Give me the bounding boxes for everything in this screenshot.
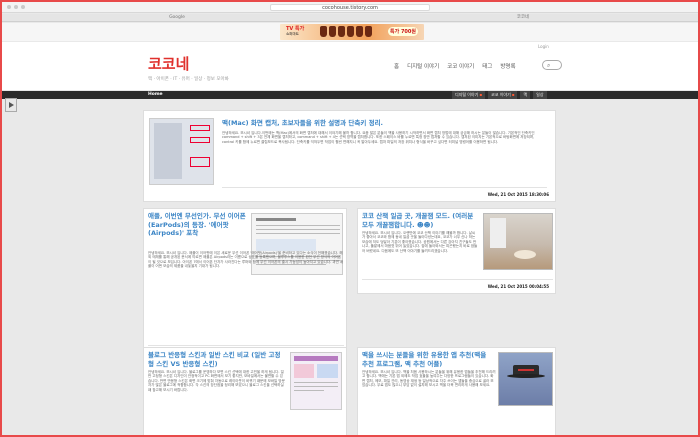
nav-tags[interactable]: 태그 xyxy=(482,62,492,70)
zoom-window-icon[interactable] xyxy=(21,5,25,9)
post-thumbnail[interactable] xyxy=(290,352,342,410)
address-bar[interactable]: cocohouse.tistory.com xyxy=(270,4,430,11)
post-list: 맥(Mac) 화면 캡처, 초보자들을 위한 설명과 단축키 정리. 안녕하세요… xyxy=(2,100,698,435)
ad-banner[interactable]: TV 특가 쇼퍼마트 특가 700원 xyxy=(280,24,424,40)
post-thumbnail[interactable] xyxy=(149,118,214,185)
post-excerpt: 안녕하세요. 보시셔 입니다. 애플이 이어팟에 이은 새로운 무선 이어폰 '… xyxy=(148,251,344,269)
ad-bar: TV 특가 쇼퍼마트 특가 700원 xyxy=(2,23,698,41)
ad-price: 특가 700원 xyxy=(388,27,418,36)
ad-product: 쇼퍼마트 xyxy=(286,32,299,36)
search-icon: ⌕ xyxy=(547,62,551,69)
post-card[interactable]: 맥(Mac) 화면 캡처, 초보자들을 위한 설명과 단축키 정리. 안녕하세요… xyxy=(143,110,556,202)
minimize-window-icon[interactable] xyxy=(14,5,18,9)
nav-coco[interactable]: 코코 이야기 xyxy=(447,62,474,70)
post-title[interactable]: 블로그 반응형 스킨과 일반 스킨 비교 (일반 고정형 스킨 VS 반응형 스… xyxy=(148,351,282,368)
main-nav: 홈 디지털 이야기 코코 이야기 태그 방명록 xyxy=(394,62,516,70)
blog-tagline: 맥 · 아이폰 · IT · 유머 · 일상 · 정보 모아봐 xyxy=(148,77,229,82)
nav-home[interactable]: 홈 xyxy=(394,62,399,70)
new-icon: ▪ xyxy=(511,92,515,97)
category-daily-label: 일상 xyxy=(536,92,544,97)
nav-digital[interactable]: 디지털 이야기 xyxy=(407,62,439,70)
category-list: 디지털 이야기▪ 코코 이야기▪ 맥 일상 xyxy=(452,91,547,99)
post-excerpt: 안녕하세요. 보시셔 입니다.이번에는 맥(Mac)에서의 화면 캡처에 대해서… xyxy=(222,131,535,144)
window-controls[interactable] xyxy=(7,5,25,9)
browser-toolbar: cocohouse.tistory.com xyxy=(2,2,698,13)
category-mac-label: 맥 xyxy=(523,92,528,97)
post-excerpt: 안녕하세요. 보시셔 입니다. 맥을 처음 사용하시는 분들을 위해 유용한 앱… xyxy=(362,370,496,388)
divider xyxy=(362,279,553,280)
divider xyxy=(222,187,547,188)
post-thumbnail[interactable] xyxy=(483,213,553,270)
post-date: Wed, 21 Oct 2015 18:30:06 xyxy=(487,192,549,197)
post-excerpt: 안녕하세요. 보시셔 입니다. 오랜만에 코코 산책 이야기를 해볼까 합니다.… xyxy=(362,231,478,253)
tab-bar: Google 코코네 xyxy=(2,14,698,22)
blog-header: Login 코코네 맥 · 아이폰 · IT · 유머 · 일상 · 정보 모아… xyxy=(2,42,698,90)
category-daily[interactable]: 일상 xyxy=(533,91,547,99)
search-input[interactable]: ⌕ xyxy=(542,60,562,70)
category-bar: Home 디지털 이야기▪ 코코 이야기▪ 맥 일상 xyxy=(2,91,698,99)
login-link[interactable]: Login xyxy=(538,44,549,49)
post-card[interactable]: 코코 산책 일곱 곳, 개꿀잼 모드. (여러분 모두 개꿀잼합니다. ☻☻) … xyxy=(357,208,556,294)
post-title[interactable]: 애플, 이번엔 무선인가. 무선 이어폰(EarPods)의 등장. '에어팟(… xyxy=(148,212,246,238)
post-thumbnail[interactable] xyxy=(498,352,553,406)
post-card[interactable]: 블로그 반응형 스킨과 일반 스킨 비교 (일반 고정형 스킨 VS 반응형 스… xyxy=(143,347,347,435)
post-card[interactable]: 애플, 이번엔 무선인가. 무선 이어폰(EarPods)의 등장. '에어팟(… xyxy=(143,208,347,360)
post-title[interactable]: 맥을 쓰시는 분들을 위한 유용한 앱 추천(맥을 추천 프로그램, 맥 추천 … xyxy=(362,351,494,368)
browser-tab-google[interactable]: Google xyxy=(152,14,202,22)
divider xyxy=(148,345,344,346)
post-date: Wed, 21 Oct 2015 00:04:55 xyxy=(487,284,549,289)
home-link[interactable]: Home xyxy=(148,91,163,99)
screenshot-frame: cocohouse.tistory.com Google 코코네 TV 특가 쇼… xyxy=(0,0,700,437)
blog-title[interactable]: 코코네 xyxy=(148,53,189,74)
close-window-icon[interactable] xyxy=(7,5,11,9)
ad-product-image xyxy=(320,26,372,37)
category-coco[interactable]: 코코 이야기▪ xyxy=(488,91,518,99)
sidebar-toggle-button[interactable] xyxy=(5,98,17,112)
category-mac[interactable]: 맥 xyxy=(520,91,531,99)
category-digital[interactable]: 디지털 이야기▪ xyxy=(452,91,486,99)
new-icon: ▪ xyxy=(479,92,483,97)
browser-tab-cocone[interactable]: 코코네 xyxy=(498,14,548,22)
post-title[interactable]: 맥(Mac) 화면 캡처, 초보자들을 위한 설명과 단축키 정리. xyxy=(222,119,547,128)
post-card[interactable]: 맥을 쓰시는 분들을 위한 유용한 앱 추천(맥을 추천 프로그램, 맥 추천 … xyxy=(357,347,556,435)
nav-guestbook[interactable]: 방명록 xyxy=(500,62,515,70)
category-digital-label: 디지털 이야기 xyxy=(455,92,479,97)
top-links: Login xyxy=(538,44,549,49)
post-excerpt: 안녕하세요. 보시셔 입니다. 블로그를 운영하다 보면 스킨 선택에 대한 고… xyxy=(148,370,285,392)
post-title[interactable]: 코코 산책 일곱 곳, 개꿀잼 모드. (여러분 모두 개꿀잼합니다. ☻☻) xyxy=(362,212,474,229)
category-coco-label: 코코 이야기 xyxy=(491,92,511,97)
